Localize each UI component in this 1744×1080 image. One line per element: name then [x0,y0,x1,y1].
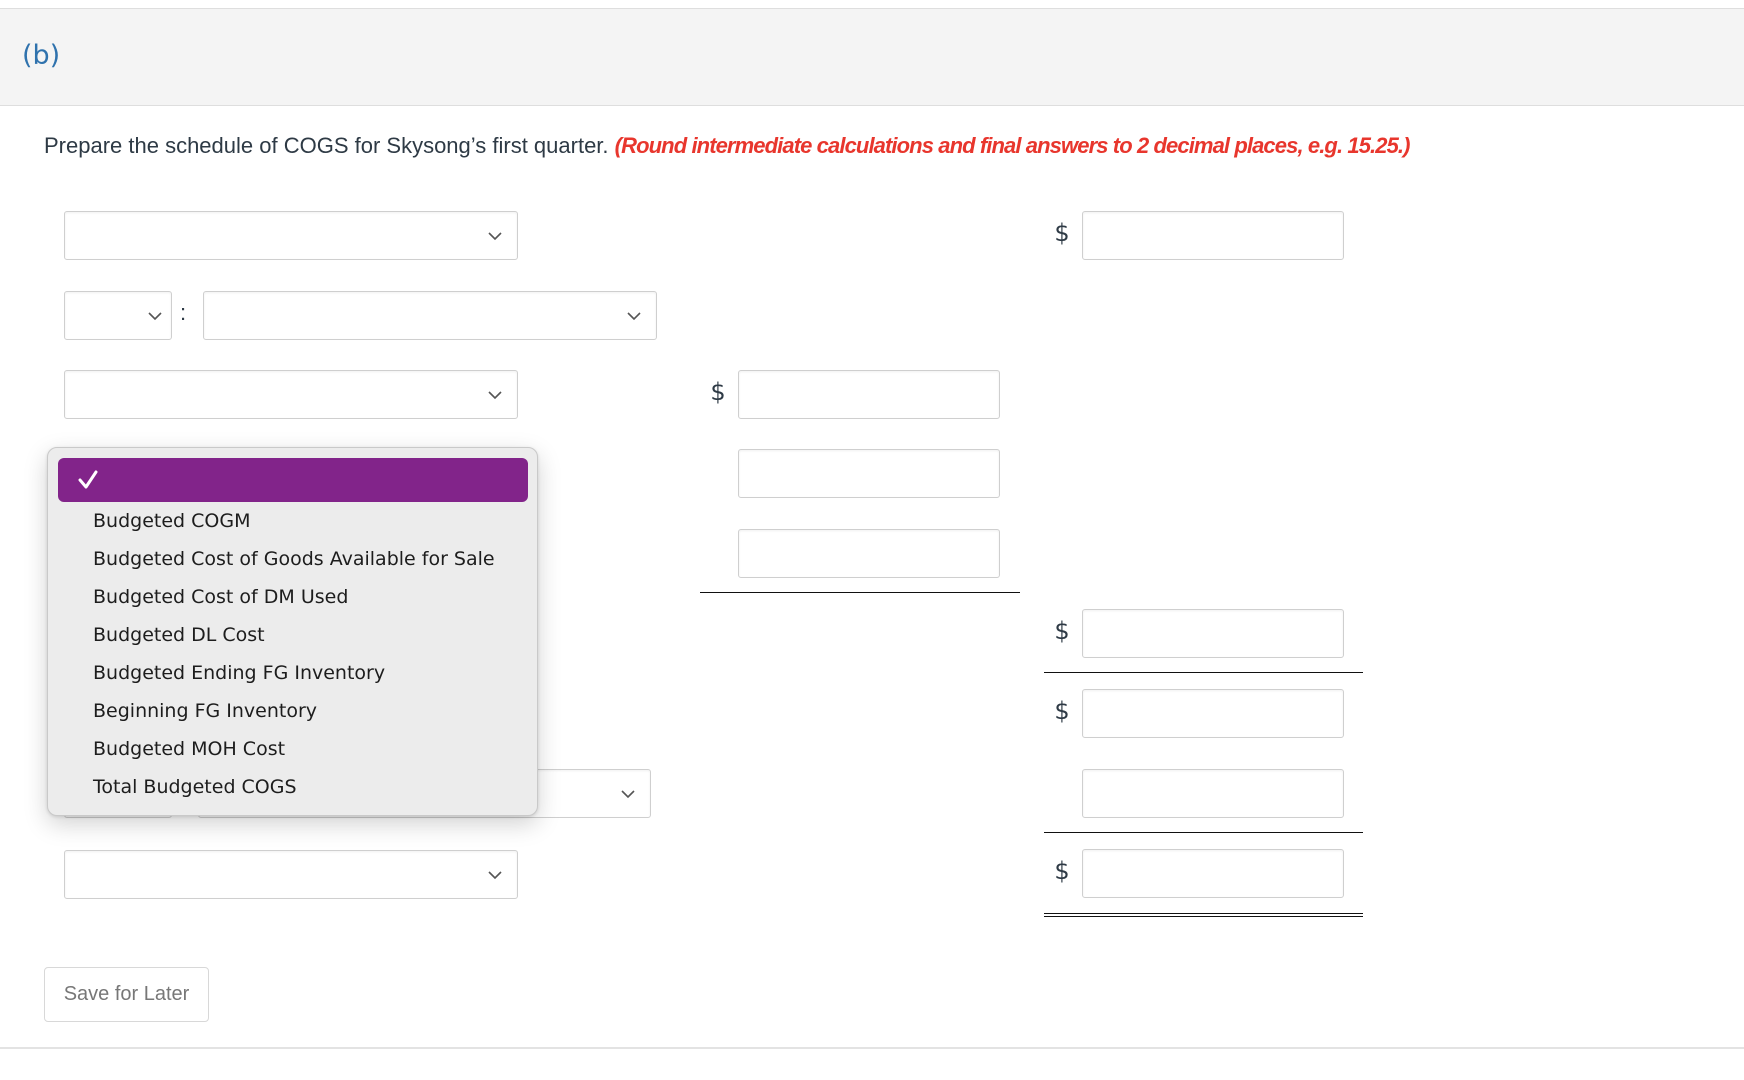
row4-middle-input[interactable] [738,449,1000,498]
dollar-sign: $ [1054,697,1070,725]
separator-colon: : [180,300,187,325]
dollar-sign: $ [1054,219,1070,247]
row3-middle-input[interactable] [738,370,1000,419]
dropdown-menu: Budgeted COGM Budgeted Cost of Goods Ava… [47,447,538,816]
section-bottom-border [0,1047,1744,1049]
chevron-down-icon [487,228,503,244]
dollar-sign: $ [1054,617,1070,645]
dollar-sign: $ [710,378,726,406]
menu-option[interactable]: Budgeted DL Cost [93,623,265,647]
part-header [0,8,1744,106]
menu-option[interactable]: Budgeted COGM [93,509,250,533]
chevron-down-icon [620,786,636,802]
row9-right-input[interactable] [1082,849,1344,898]
chevron-down-icon [487,867,503,883]
save-for-later-button[interactable]: Save for Later [44,967,209,1022]
total-double-rule [1044,913,1363,917]
chevron-down-icon [626,308,642,324]
menu-option[interactable]: Budgeted Ending FG Inventory [93,661,385,685]
row5-middle-input[interactable] [738,529,1000,578]
chevron-down-icon [487,387,503,403]
instructions-text: Prepare the schedule of COGS for Skysong… [44,133,609,158]
menu-option-blank-selected[interactable] [58,458,528,502]
subtotal-rule [1044,832,1363,833]
instructions: Prepare the schedule of COGS for Skysong… [44,133,1410,159]
dollar-sign: $ [1054,857,1070,885]
subtotal-rule [700,592,1020,593]
menu-option[interactable]: Budgeted Cost of DM Used [93,585,348,609]
rounding-note: (Round intermediate calculations and fin… [614,133,1411,158]
row7-right-input[interactable] [1082,689,1344,738]
subtotal-rule [1044,672,1363,673]
row6-right-input[interactable] [1082,609,1344,658]
menu-option[interactable]: Budgeted MOH Cost [93,737,285,761]
check-icon [76,468,100,492]
row3-label-select[interactable] [64,370,518,419]
row2-label-select[interactable] [203,291,657,340]
row8-right-input[interactable] [1082,769,1344,818]
menu-option[interactable]: Total Budgeted COGS [93,775,297,799]
row1-label-select[interactable] [64,211,518,260]
menu-option[interactable]: Budgeted Cost of Goods Available for Sal… [93,547,495,571]
row9-label-select[interactable] [64,850,518,899]
chevron-down-icon [147,308,163,324]
part-label: (b) [22,40,61,71]
row2-prefix-select[interactable] [64,291,172,340]
menu-option[interactable]: Beginning FG Inventory [93,699,317,723]
row1-right-input[interactable] [1082,211,1344,260]
